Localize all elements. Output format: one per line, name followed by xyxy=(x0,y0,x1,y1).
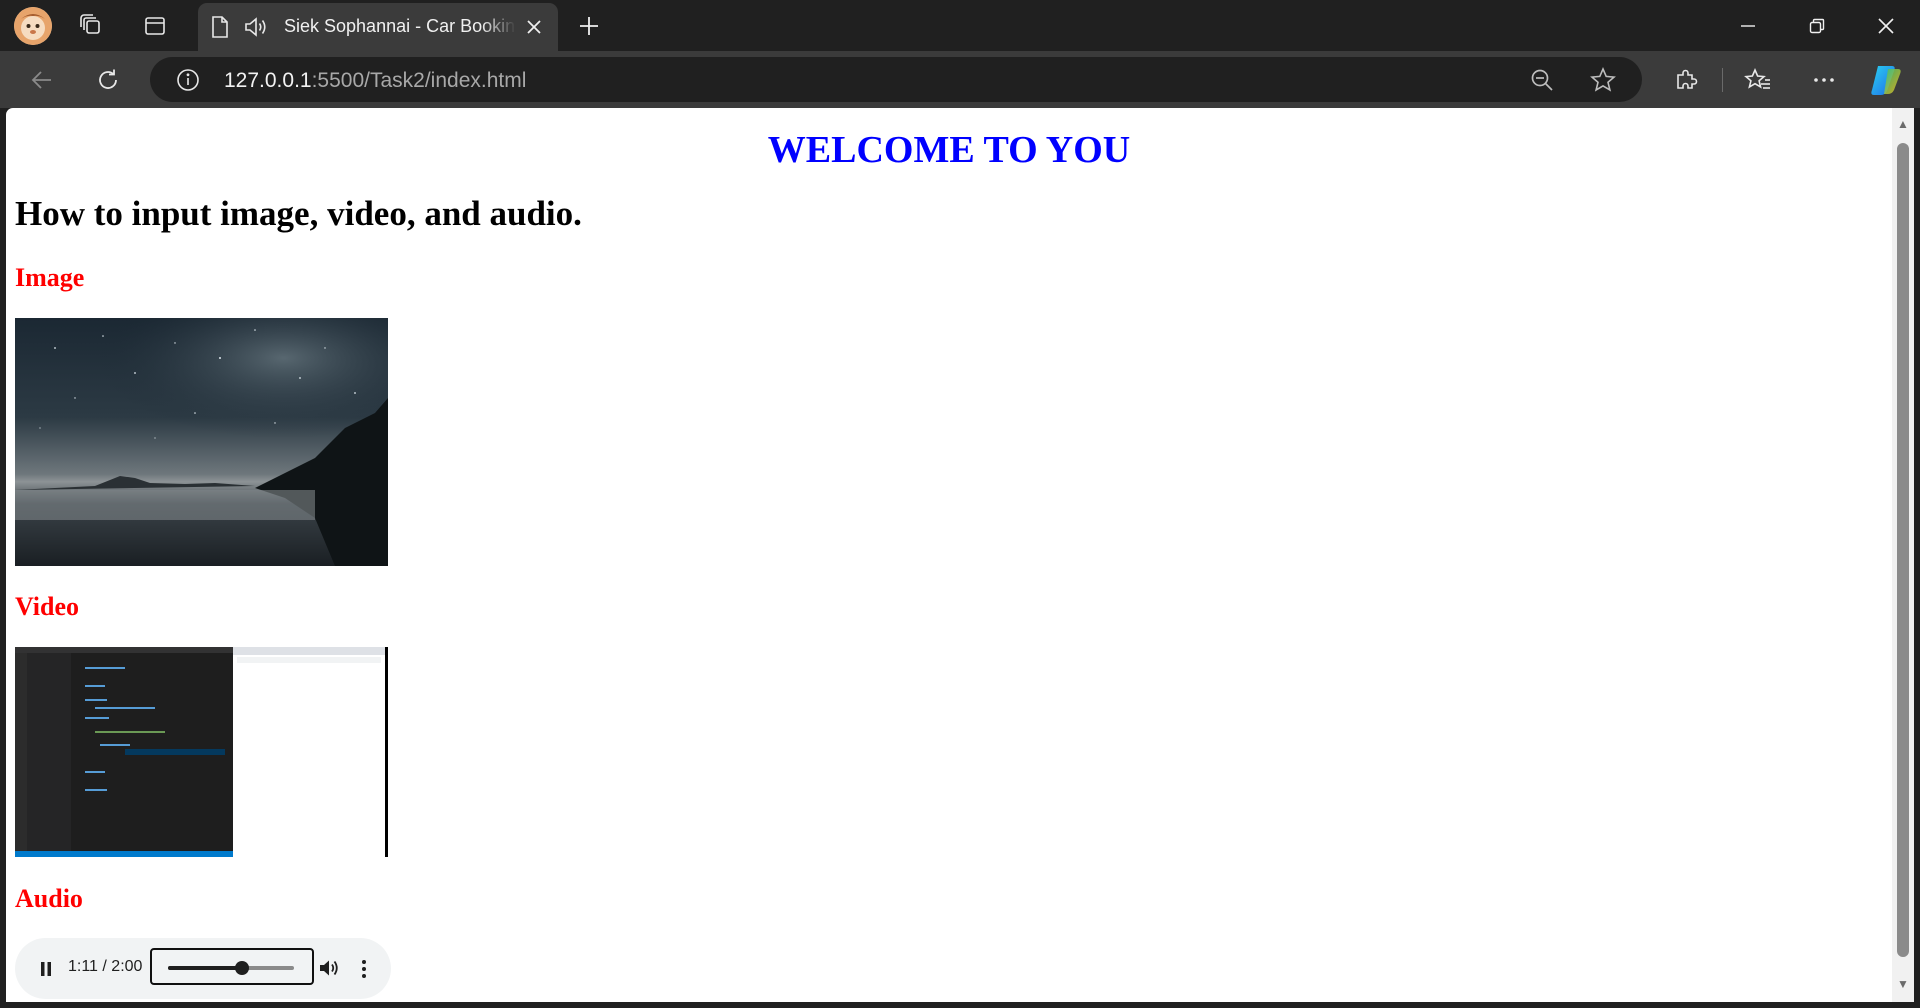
back-arrow-icon[interactable] xyxy=(22,60,62,100)
more-icon[interactable] xyxy=(1804,60,1844,100)
reload-icon[interactable] xyxy=(88,60,128,100)
audio-time: 1:11 / 2:00 xyxy=(68,958,143,975)
copilot-icon[interactable] xyxy=(1866,60,1906,100)
audio-seek-handle[interactable] xyxy=(235,961,250,975)
browser-toolbar: 127.0.0.1:5500/Task2/index.html xyxy=(0,51,1920,108)
address-bar[interactable]: 127.0.0.1:5500/Task2/index.html xyxy=(150,57,1642,102)
audio-seek-track[interactable] xyxy=(168,961,294,975)
star-icon[interactable] xyxy=(1589,66,1617,99)
audio-more-icon[interactable] xyxy=(360,958,368,985)
page-icon xyxy=(210,15,230,44)
audio-section-heading: Audio xyxy=(15,884,83,913)
scrollbar-thumb[interactable] xyxy=(1897,143,1909,957)
video-player[interactable] xyxy=(15,647,388,857)
info-icon[interactable] xyxy=(175,67,201,98)
minimize-button[interactable] xyxy=(1714,0,1782,51)
image-section-heading: Image xyxy=(15,263,85,292)
tab-title: Siek Sophannai - Car Booking xyxy=(284,16,516,36)
tab-actions-icon[interactable] xyxy=(139,10,171,42)
url-text[interactable]: 127.0.0.1:5500/Task2/index.html xyxy=(224,69,526,93)
audio-seek-fill xyxy=(168,966,243,970)
night-sky-image xyxy=(15,318,388,566)
restore-button[interactable] xyxy=(1783,0,1851,51)
toolbar-divider xyxy=(1722,68,1723,92)
zoom-out-icon[interactable] xyxy=(1529,67,1555,98)
scroll-down-icon[interactable]: ▼ xyxy=(1897,978,1909,990)
favorites-icon[interactable] xyxy=(1738,60,1778,100)
close-window-button[interactable] xyxy=(1852,0,1920,51)
audio-seek-slider[interactable] xyxy=(150,948,314,985)
speaker-icon[interactable] xyxy=(243,15,269,44)
pause-icon[interactable] xyxy=(37,960,55,983)
welcome-heading: WELCOME TO YOU xyxy=(767,129,1131,171)
profile-avatar[interactable] xyxy=(14,7,52,45)
url-host: 127.0.0.1 xyxy=(224,69,312,92)
page-title: How to input image, video, and audio. xyxy=(15,194,582,233)
plus-icon[interactable] xyxy=(573,10,605,42)
scroll-up-icon[interactable]: ▲ xyxy=(1897,118,1909,130)
url-path: :5500/Task2/index.html xyxy=(311,69,527,92)
puzzle-icon[interactable] xyxy=(1666,60,1706,100)
workspaces-icon[interactable] xyxy=(76,10,108,42)
active-tab[interactable]: Siek Sophannai - Car Booking xyxy=(198,3,558,51)
title-bar: Siek Sophannai - Car Booking xyxy=(0,0,1920,51)
page-viewport: WELCOME TO YOU How to input image, video… xyxy=(6,108,1892,1002)
video-section-heading: Video xyxy=(15,592,80,621)
audio-player[interactable]: 1:11 / 2:00 xyxy=(15,938,391,999)
close-icon[interactable] xyxy=(523,16,545,43)
volume-icon[interactable] xyxy=(318,957,340,984)
